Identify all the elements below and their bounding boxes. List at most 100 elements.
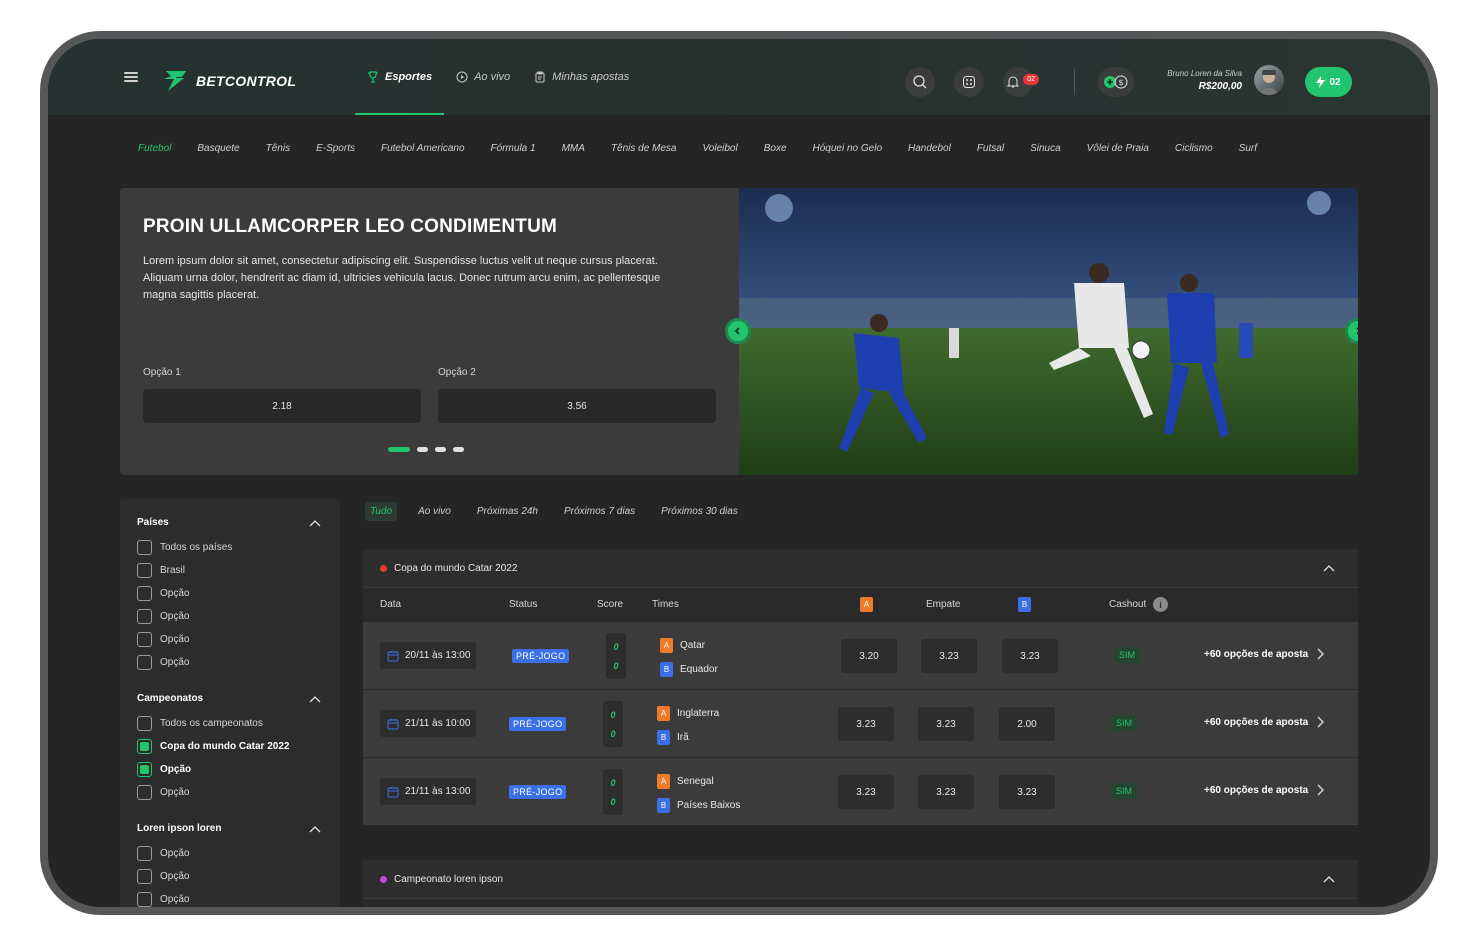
carousel-prev-button[interactable] bbox=[725, 318, 751, 344]
match-date-text: 21/11 às 13:00 bbox=[405, 786, 471, 797]
checkbox[interactable] bbox=[137, 609, 152, 624]
top-bar: BETCONTROL Esportes Ao vivo Minhas apost… bbox=[48, 39, 1430, 115]
sport-tab-mma[interactable]: MMA bbox=[549, 143, 598, 154]
filter-ao-vivo[interactable]: Ao vivo bbox=[405, 502, 464, 521]
sport-tab-boxe[interactable]: Boxe bbox=[751, 143, 800, 154]
odd-draw-button[interactable]: 3.23 bbox=[918, 707, 974, 741]
country-option[interactable]: Todos os países bbox=[137, 536, 321, 559]
checkbox[interactable] bbox=[137, 655, 152, 670]
bolt-credits-button[interactable]: 02 bbox=[1305, 67, 1352, 97]
user-info[interactable]: Bruno Loren da Silva R$200,00 bbox=[1146, 69, 1242, 92]
avatar[interactable] bbox=[1254, 65, 1284, 95]
sport-tab-futsal[interactable]: Futsal bbox=[964, 143, 1017, 154]
checkbox[interactable] bbox=[137, 869, 152, 884]
competition-header[interactable]: Copa do mundo Catar 2022 bbox=[363, 549, 1358, 587]
checkbox[interactable] bbox=[137, 892, 152, 907]
country-option[interactable]: Brasil bbox=[137, 559, 321, 582]
countries-title[interactable]: Países bbox=[137, 517, 321, 528]
checkbox-checked[interactable] bbox=[137, 762, 152, 777]
menu-icon[interactable] bbox=[124, 72, 138, 82]
sport-tab-futebol[interactable]: Futebol bbox=[136, 143, 184, 154]
odd-team-a-button[interactable]: 3.20 bbox=[841, 639, 897, 673]
sport-tab-tenis-de-mesa[interactable]: Tênis de Mesa bbox=[598, 143, 690, 154]
sport-tab-volei-praia[interactable]: Vôlei de Praia bbox=[1074, 143, 1162, 154]
checkbox-checked[interactable] bbox=[137, 739, 152, 754]
user-name: Bruno Loren da Silva bbox=[1167, 69, 1242, 78]
carousel-dot[interactable] bbox=[435, 447, 446, 452]
user-photo bbox=[1258, 70, 1280, 95]
checkbox[interactable] bbox=[137, 785, 152, 800]
info-icon[interactable]: i bbox=[1153, 597, 1169, 612]
country-option[interactable]: Opção bbox=[137, 651, 321, 674]
country-option[interactable]: Opção bbox=[137, 628, 321, 651]
sport-tab-voleibol[interactable]: Voleibol bbox=[690, 143, 751, 154]
championship-option[interactable]: Todos os campeonatos bbox=[137, 712, 321, 735]
sport-tab-sinuca[interactable]: Sinuca bbox=[1017, 143, 1074, 154]
svg-text:$: $ bbox=[1119, 78, 1124, 87]
carousel-dot[interactable] bbox=[417, 447, 428, 452]
sport-tab-futebol-americano[interactable]: Futebol Americano bbox=[368, 143, 478, 154]
match-date: 21/11 às 13:00 bbox=[380, 778, 476, 805]
odd-team-a-button[interactable]: 3.23 bbox=[838, 775, 894, 809]
odd-team-b-button[interactable]: 2.00 bbox=[999, 707, 1055, 741]
country-option[interactable]: Opção bbox=[137, 605, 321, 628]
col-score: Score bbox=[597, 599, 624, 610]
odd-team-b-button[interactable]: 3.23 bbox=[999, 775, 1055, 809]
sport-tab-hoquei[interactable]: Hóquei no Gelo bbox=[800, 143, 896, 154]
checkbox[interactable] bbox=[137, 563, 152, 578]
team-b-tag: B bbox=[660, 661, 673, 677]
filter-24h[interactable]: Próximas 24h bbox=[464, 502, 551, 521]
odd-draw-button[interactable]: 3.23 bbox=[918, 775, 974, 809]
chevron-up-icon[interactable] bbox=[1323, 875, 1335, 883]
logo[interactable]: BETCONTROL bbox=[162, 69, 296, 93]
sport-tab-tenis[interactable]: Tênis bbox=[253, 143, 303, 154]
nav-ao-vivo[interactable]: Ao vivo bbox=[444, 39, 522, 115]
filter-7-dias[interactable]: Próximos 7 dias bbox=[551, 502, 648, 521]
filter-30-dias[interactable]: Próximos 30 dias bbox=[648, 502, 751, 521]
team-b-name: Países Baixos bbox=[677, 799, 741, 811]
team-a-tag: A bbox=[657, 705, 670, 721]
deposit-button[interactable]: $ bbox=[1098, 67, 1134, 97]
odd-team-b-button[interactable]: 3.23 bbox=[1002, 639, 1058, 673]
option1-odd-button[interactable]: 2.18 bbox=[143, 389, 421, 423]
more-bets-link[interactable]: +60 opções de aposta bbox=[1204, 648, 1325, 660]
championships-title[interactable]: Campeonatos bbox=[137, 693, 321, 704]
notifications-button[interactable]: 02 bbox=[1003, 67, 1039, 97]
competition-header[interactable]: Campeonato loren ipson bbox=[363, 860, 1358, 898]
checkbox[interactable] bbox=[137, 586, 152, 601]
championship-option[interactable]: Opção bbox=[137, 758, 321, 781]
country-option[interactable]: Opção bbox=[137, 582, 321, 605]
clipboard-icon bbox=[535, 71, 545, 83]
odd-team-a-button[interactable]: 3.23 bbox=[838, 707, 894, 741]
sport-tab-ciclismo[interactable]: Ciclismo bbox=[1162, 143, 1226, 154]
checkbox[interactable] bbox=[137, 716, 152, 731]
odd-draw-button[interactable]: 3.23 bbox=[921, 639, 977, 673]
carousel-dot[interactable] bbox=[388, 447, 410, 452]
sport-tab-formula-1[interactable]: Fórmula 1 bbox=[478, 143, 549, 154]
games-button[interactable] bbox=[954, 67, 984, 97]
chevron-up-icon[interactable] bbox=[1323, 564, 1335, 572]
other-title[interactable]: Loren ipson loren bbox=[137, 823, 321, 834]
play-icon bbox=[456, 71, 468, 83]
more-bets-link[interactable]: +60 opções de aposta bbox=[1204, 784, 1325, 796]
other-option[interactable]: Opção bbox=[137, 888, 321, 907]
checkbox[interactable] bbox=[137, 540, 152, 555]
carousel-dot[interactable] bbox=[453, 447, 464, 452]
championship-option[interactable]: Copa do mundo Catar 2022 bbox=[137, 735, 321, 758]
search-button[interactable] bbox=[905, 67, 935, 97]
nav-minhas-apostas[interactable]: Minhas apostas bbox=[522, 39, 641, 115]
sport-tab-esports[interactable]: E-Sports bbox=[303, 143, 368, 154]
sport-tab-basquete[interactable]: Basquete bbox=[184, 143, 252, 154]
trophy-icon bbox=[368, 71, 378, 83]
checkbox[interactable] bbox=[137, 632, 152, 647]
sport-tab-surf[interactable]: Surf bbox=[1226, 143, 1270, 154]
championship-option[interactable]: Opção bbox=[137, 781, 321, 804]
checkbox[interactable] bbox=[137, 846, 152, 861]
nav-esportes[interactable]: Esportes bbox=[355, 39, 445, 115]
more-bets-link[interactable]: +60 opções de aposta bbox=[1204, 716, 1325, 728]
other-option[interactable]: Opção bbox=[137, 842, 321, 865]
filter-tudo[interactable]: Tudo bbox=[365, 502, 398, 521]
other-option[interactable]: Opção bbox=[137, 865, 321, 888]
sport-tab-handebol[interactable]: Handebol bbox=[895, 143, 964, 154]
option2-odd-button[interactable]: 3.56 bbox=[438, 389, 716, 423]
